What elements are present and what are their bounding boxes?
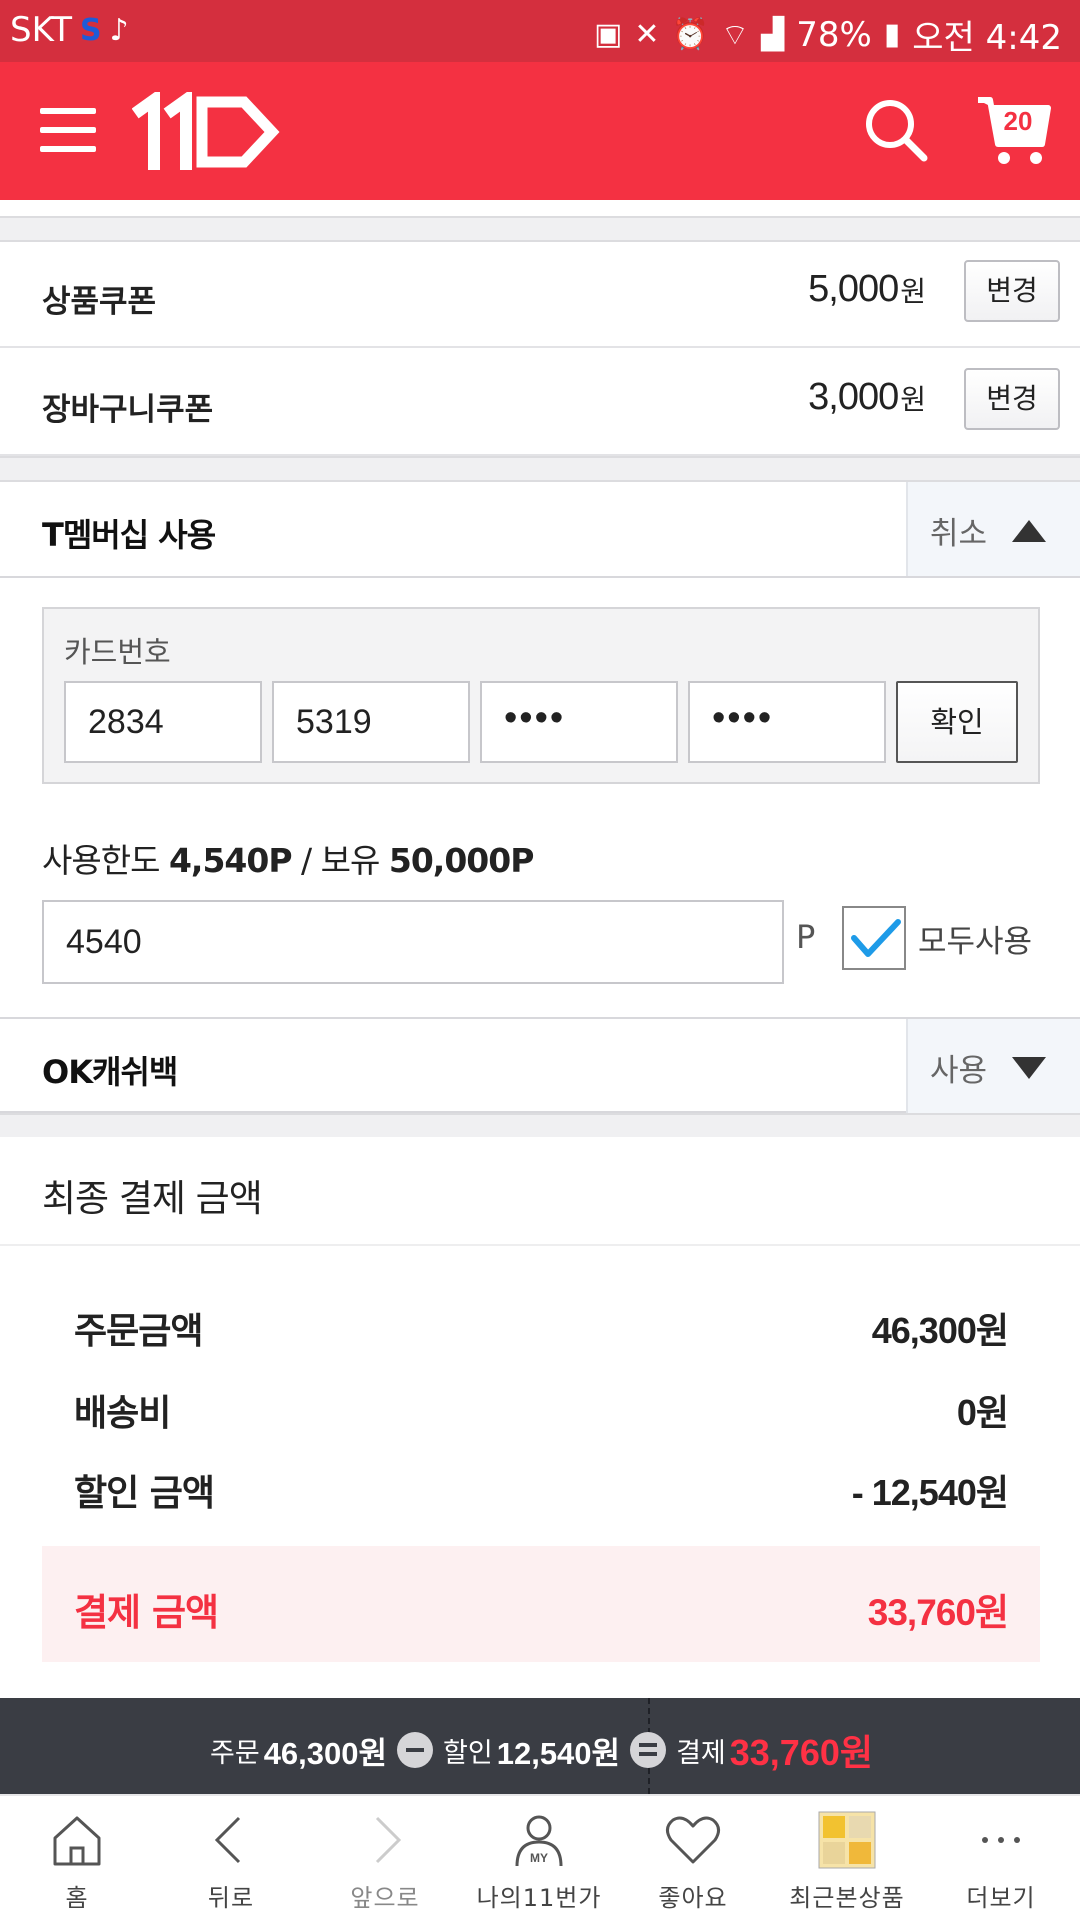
ok-cashbag-header: OK캐쉬백 사용 <box>0 1017 1080 1113</box>
carrier-label: SKT <box>10 10 73 50</box>
carrier-logo-icon: S <box>80 12 102 48</box>
recent-product-thumbnail-icon <box>818 1811 876 1869</box>
cart-count-badge: 20 <box>1003 106 1033 136</box>
nav-label: 홈 <box>65 1884 89 1912</box>
card-number-field-3[interactable]: •••• <box>480 681 678 763</box>
checkmark-icon <box>851 919 901 957</box>
summary-value: 0원 <box>956 1392 1009 1433</box>
my-profile-icon: MY <box>515 1815 563 1867</box>
use-all-checkbox[interactable] <box>842 906 906 970</box>
card-number-field-1[interactable]: 2834 <box>64 681 262 763</box>
chevron-right-icon <box>375 1816 402 1864</box>
t-membership-header: T멤버십 사용 취소 <box>0 482 1080 578</box>
brand-logo[interactable] <box>131 88 292 172</box>
order-value: 46,300원 <box>263 1735 388 1771</box>
payment-amount-value: 33,760원 <box>867 1592 1009 1633</box>
cart-coupon-row: 장바구니쿠폰 3,000원 변경 <box>0 350 1080 456</box>
order-amount-row: 주문금액 46,300원 <box>74 1302 1009 1362</box>
section-gap <box>0 216 1080 242</box>
change-product-coupon-button[interactable]: 변경 <box>964 260 1060 322</box>
summary-label: 주문금액 <box>74 1311 203 1352</box>
nav-back[interactable]: 뒤로 <box>154 1796 308 1920</box>
signal-icon: ▟ <box>761 17 785 52</box>
chevron-left-icon <box>214 1816 241 1864</box>
order-label: 주문 <box>210 1737 260 1769</box>
pay-label: 결제 <box>676 1737 726 1769</box>
t-membership-toggle[interactable]: 취소 <box>906 482 1080 576</box>
collapse-arrow-icon <box>1012 520 1046 542</box>
shipping-fee-row: 배송비 0원 <box>74 1384 1009 1444</box>
toggle-label: 취소 <box>930 516 988 552</box>
nav-my-11st[interactable]: MY 나의11번가 <box>462 1796 616 1920</box>
nav-likes[interactable]: 좋아요 <box>616 1796 770 1920</box>
payment-summary-bar[interactable]: 주문 46,300원 할인 12,540원 결제 33,760원 <box>0 1698 1080 1794</box>
usage-limit-text: 사용한도 4,540P / 보유 50,000P <box>42 841 534 880</box>
coupon-label: 장바구니쿠폰 <box>42 392 214 428</box>
wifi-icon: ⌔ <box>720 17 750 53</box>
coupon-amount: 5,000원 <box>808 268 926 310</box>
point-unit: P <box>796 918 816 956</box>
summary-value: - 12,540원 <box>851 1472 1009 1513</box>
summary-label: 할인 금액 <box>74 1473 215 1514</box>
t-membership-title: T멤버십 사용 <box>42 516 216 554</box>
nav-forward[interactable]: 앞으로 <box>308 1796 462 1920</box>
discount-value: 12,540원 <box>496 1735 621 1771</box>
home-icon <box>53 1816 101 1866</box>
nav-label: 나의11번가 <box>476 1884 602 1912</box>
expand-arrow-icon <box>1012 1057 1046 1079</box>
card-number-box: 카드번호 2834 5319 •••• •••• 확인 <box>42 607 1040 784</box>
mute-icon: ✕ <box>634 17 660 52</box>
summary-label: 배송비 <box>74 1393 171 1434</box>
point-amount-input[interactable]: 4540 <box>42 900 784 984</box>
discount-amount-row: 할인 금액 - 12,540원 <box>74 1464 1009 1524</box>
search-icon[interactable] <box>862 96 932 166</box>
nav-label: 앞으로 <box>350 1884 420 1912</box>
more-dots-icon <box>982 1837 1020 1843</box>
battery-saver-icon: ▣ <box>594 17 623 52</box>
battery-percent: 78% <box>796 14 872 55</box>
nav-label: 뒤로 <box>207 1884 255 1912</box>
card-number-caption: 카드번호 <box>64 635 171 669</box>
equals-icon <box>630 1732 667 1768</box>
app-header: 20 <box>0 62 1080 200</box>
change-cart-coupon-button[interactable]: 변경 <box>964 368 1060 430</box>
payment-amount-box: 결제 금액 33,760원 <box>42 1546 1040 1662</box>
summary-value: 46,300원 <box>871 1310 1009 1351</box>
discount-label: 할인 <box>443 1737 493 1769</box>
confirm-card-button[interactable]: 확인 <box>896 681 1018 763</box>
card-number-field-4[interactable]: •••• <box>688 681 886 763</box>
nav-label: 더보기 <box>966 1884 1036 1912</box>
status-bar: SKT S ♪ ▣ ✕ ⏰ ⌔ ▟ 78% ▮ 오전 4:42 <box>0 0 1080 62</box>
minus-icon <box>397 1732 434 1768</box>
nav-more[interactable]: 더보기 <box>924 1796 1078 1920</box>
section-gap <box>0 1113 1080 1137</box>
nav-recent-products[interactable]: 최근본상품 <box>770 1796 924 1920</box>
nav-label: 최근본상품 <box>789 1884 905 1912</box>
battery-charging-icon: ▮ <box>883 17 901 52</box>
pay-value: 33,760원 <box>729 1732 873 1773</box>
nav-label: 좋아요 <box>658 1884 728 1912</box>
final-payment-title: 최종 결제 금액 <box>42 1177 263 1220</box>
coupon-label: 상품쿠폰 <box>42 284 157 320</box>
coupon-amount: 3,000원 <box>808 376 926 418</box>
ok-cashbag-toggle[interactable]: 사용 <box>906 1019 1080 1113</box>
svg-text:MY: MY <box>530 1851 548 1865</box>
clock: 오전 4:42 <box>912 18 1062 58</box>
menu-icon[interactable] <box>40 108 96 152</box>
section-gap <box>0 456 1080 482</box>
cart-button[interactable]: 20 <box>974 92 1054 172</box>
heart-icon <box>666 1816 720 1864</box>
payment-amount-label: 결제 금액 <box>74 1591 219 1634</box>
product-coupon-row: 상품쿠폰 5,000원 변경 <box>0 242 1080 348</box>
nav-home[interactable]: 홈 <box>0 1796 154 1920</box>
alarm-icon: ⏰ <box>671 17 709 52</box>
divider <box>0 1244 1080 1246</box>
music-icon: ♪ <box>109 12 129 48</box>
card-number-field-2[interactable]: 5319 <box>272 681 470 763</box>
use-all-label[interactable]: 모두사용 <box>918 916 1032 961</box>
ok-cashbag-title: OK캐쉬백 <box>42 1053 178 1091</box>
toggle-label: 사용 <box>930 1053 988 1089</box>
bottom-navigation: 홈 뒤로 앞으로 MY 나의11번가 좋아요 최근본상품 더보기 <box>0 1794 1080 1920</box>
